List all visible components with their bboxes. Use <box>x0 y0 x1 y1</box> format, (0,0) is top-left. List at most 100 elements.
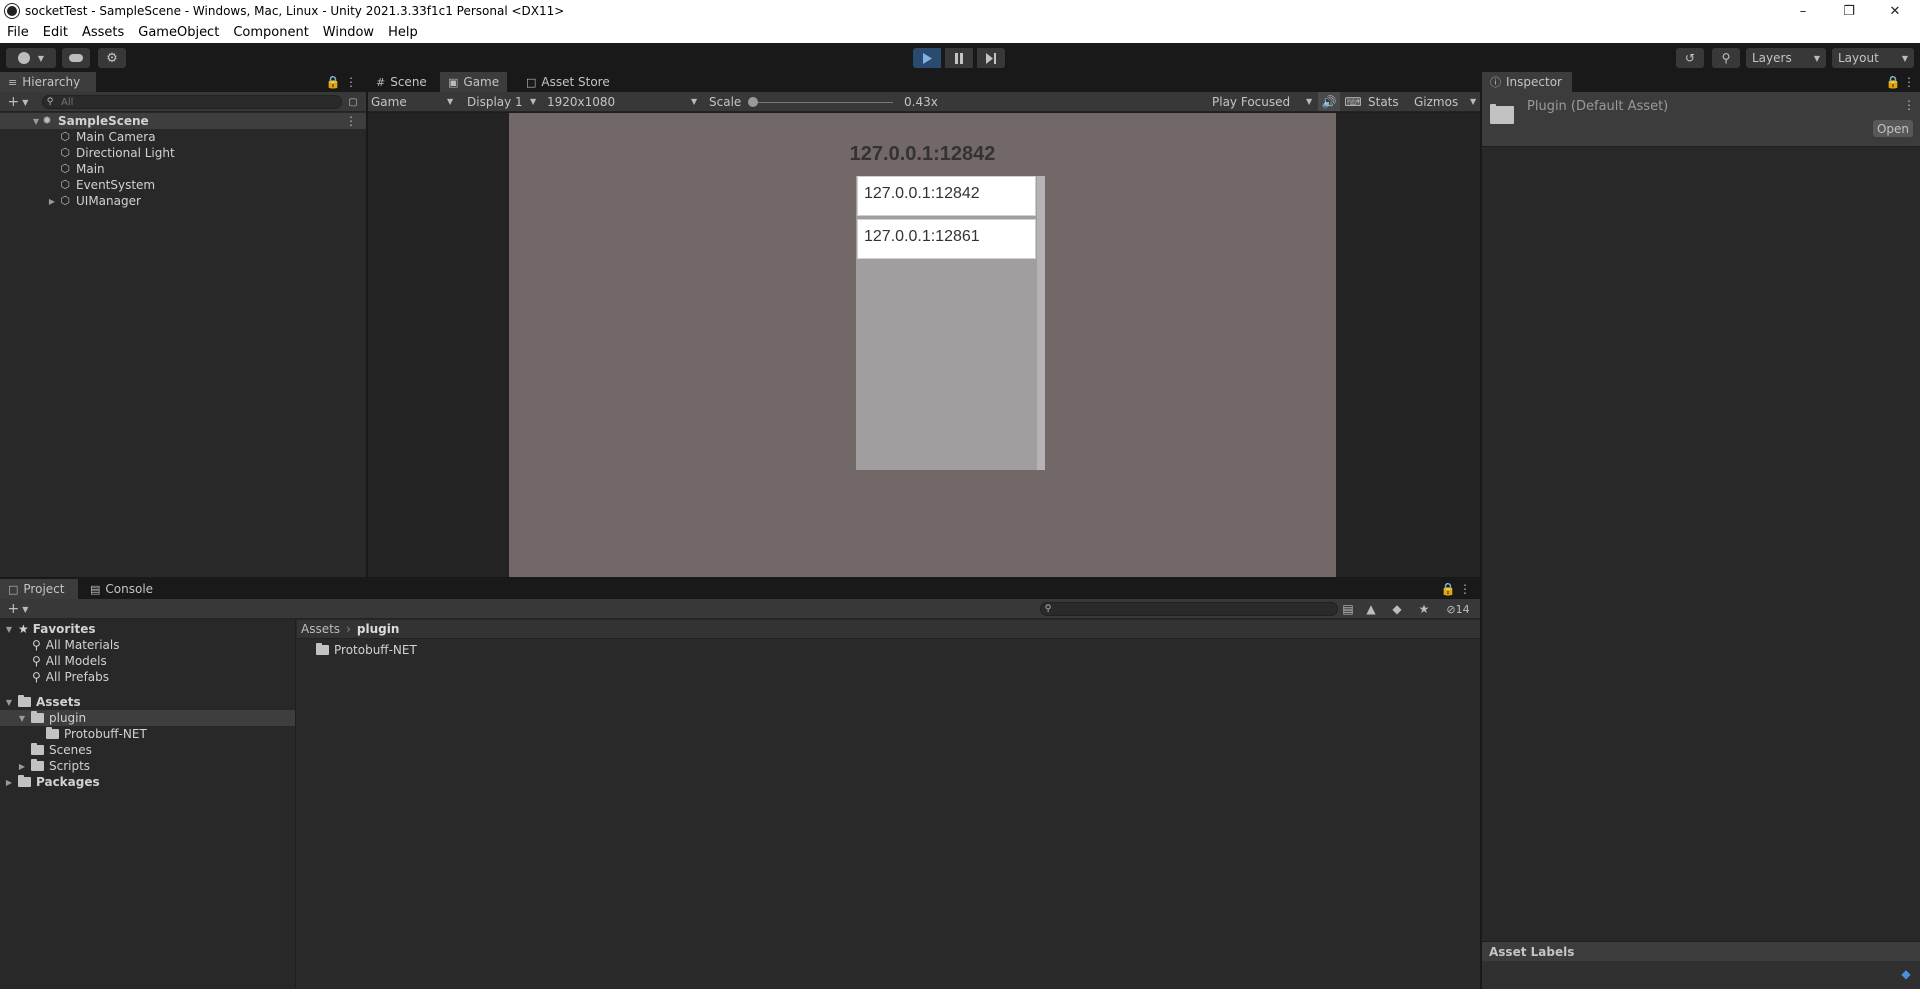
tree-item-plugin[interactable]: ▼ plugin <box>0 710 295 726</box>
tab-game[interactable]: ▣ Game <box>440 72 508 92</box>
hierarchy-item-label: UIManager <box>76 194 141 208</box>
create-add-button[interactable]: + ▼ <box>4 601 32 617</box>
tree-item-scripts[interactable]: ▶ Scripts <box>0 758 295 774</box>
game-panel: # Scene ▣ Game □ Asset Store Game ▼ Disp… <box>368 72 1480 577</box>
gear-icon: ⚙ <box>106 50 118 66</box>
hierarchy-item[interactable]: ⬡ Main Camera <box>0 129 366 145</box>
menu-edit[interactable]: Edit <box>36 25 75 40</box>
server-list-scrollbar[interactable] <box>1037 176 1045 470</box>
keyboard-icon[interactable]: ⌨ <box>1344 94 1362 110</box>
play-button[interactable] <box>913 48 941 68</box>
more-options-icon[interactable]: ⋮ <box>344 114 358 128</box>
content-item[interactable]: Protobuff-NET <box>297 642 1480 658</box>
hierarchy-scene-row[interactable]: ▼ ✸ SampleScene ⋮ <box>0 113 366 129</box>
layers-dropdown[interactable]: Layers ▼ <box>1746 48 1826 68</box>
hierarchy-toolbar: +▼ ⚲ ▢ <box>0 92 366 112</box>
display-dropdown[interactable]: Display 1 ▼ <box>467 95 543 109</box>
chevron-down-icon: ▼ <box>1306 97 1313 106</box>
tab-scene[interactable]: # Scene <box>368 72 435 92</box>
console-icon: ▤ <box>90 582 101 596</box>
lock-icon[interactable]: 🔒 <box>326 75 341 89</box>
chevron-down-icon[interactable]: ▼ <box>17 714 27 723</box>
tab-project[interactable]: □ Project <box>0 579 78 599</box>
favorites-item[interactable]: ⚲ All Materials <box>0 637 295 653</box>
breadcrumb-assets[interactable]: Assets <box>301 622 340 636</box>
menu-help[interactable]: Help <box>381 25 425 40</box>
undo-history-button[interactable]: ↺ <box>1676 48 1704 68</box>
favorite-star-icon[interactable]: ★ <box>1416 601 1432 617</box>
menu-component[interactable]: Component <box>226 25 315 40</box>
layout-dropdown[interactable]: Layout ▼ <box>1832 48 1914 68</box>
tab-hierarchy[interactable]: ≡ Hierarchy <box>0 72 96 92</box>
more-options-icon[interactable]: ⋮ <box>1458 582 1472 596</box>
hierarchy-search-input[interactable] <box>42 95 342 109</box>
chevron-down-icon[interactable]: ▼ <box>4 698 14 707</box>
hierarchy-item[interactable]: ⬡ EventSystem <box>0 177 366 193</box>
menu-window[interactable]: Window <box>316 25 381 40</box>
server-list-item[interactable]: 127.0.0.1:12842 <box>857 176 1036 216</box>
assets-root-row[interactable]: ▼ Assets <box>0 694 295 710</box>
hierarchy-item[interactable]: ▶ ⬡ UIManager <box>0 193 366 209</box>
hierarchy-panel: ≡ Hierarchy 🔒 ⋮ +▼ ⚲ ▢ ▼ ✸ SampleScene ⋮… <box>0 72 366 577</box>
search-by-type-icon[interactable]: ▤ <box>1340 601 1356 617</box>
menu-assets[interactable]: Assets <box>75 25 131 40</box>
favorites-row[interactable]: ▼ ★ Favorites <box>0 621 295 637</box>
game-view-dropdown[interactable]: Game ▼ <box>371 95 457 109</box>
play-mode-dropdown[interactable]: Play Focused ▼ <box>1212 95 1314 109</box>
tree-item-protobuff[interactable]: Protobuff-NET <box>0 726 295 742</box>
tab-asset-store[interactable]: □ Asset Store <box>518 72 618 92</box>
pause-button[interactable] <box>945 48 973 68</box>
close-icon[interactable]: ✕ <box>1872 0 1918 22</box>
minimize-icon[interactable]: – <box>1780 0 1826 22</box>
hierarchy-item[interactable]: ⬡ Directional Light <box>0 145 366 161</box>
mute-audio-icon[interactable]: 🔊 <box>1318 92 1340 111</box>
open-button[interactable]: Open <box>1873 120 1913 137</box>
menu-gameobject[interactable]: GameObject <box>131 25 226 40</box>
project-content: Assets › plugin Protobuff-NET <box>297 620 1480 989</box>
filter-type-icon[interactable]: ▲ <box>1363 601 1379 617</box>
scale-slider-thumb[interactable] <box>748 97 758 107</box>
tree-item-scenes[interactable]: Scenes <box>0 742 295 758</box>
step-button[interactable] <box>977 48 1005 68</box>
folder-icon <box>316 643 329 655</box>
breadcrumb-plugin[interactable]: plugin <box>357 622 400 636</box>
menu-file[interactable]: File <box>0 25 36 40</box>
resolution-dropdown[interactable]: 1920x1080 ▼ <box>547 95 701 109</box>
lock-icon[interactable]: 🔒 <box>1886 75 1901 89</box>
project-search-input[interactable] <box>1040 602 1338 616</box>
server-list-item[interactable]: 127.0.0.1:12861 <box>857 219 1036 259</box>
asset-labels-header: Asset Labels <box>1482 941 1920 961</box>
label-tag-icon[interactable]: ◆ <box>1389 601 1405 617</box>
create-add-button[interactable]: + ▼ <box>4 94 32 110</box>
favorites-item[interactable]: ⚲ All Prefabs <box>0 669 295 685</box>
tab-hierarchy-label: Hierarchy <box>22 75 81 89</box>
collab-button[interactable]: ⚙ <box>98 48 126 68</box>
favorites-item[interactable]: ⚲ All Models <box>0 653 295 669</box>
chevron-down-icon[interactable]: ▼ <box>4 625 14 634</box>
chevron-right-icon[interactable]: ▶ <box>47 197 57 206</box>
chevron-right-icon[interactable]: ▶ <box>4 778 14 787</box>
cloud-button[interactable] <box>62 48 90 68</box>
tree-item-packages[interactable]: ▶ Packages <box>0 774 295 790</box>
more-options-icon[interactable]: ⋮ <box>1902 75 1916 89</box>
tab-console[interactable]: ▤ Console <box>82 579 161 599</box>
account-button[interactable]: ▼ <box>6 48 56 68</box>
hierarchy-item[interactable]: ⬡ Main <box>0 161 366 177</box>
scene-visibility-icon[interactable]: ▢ <box>346 95 360 109</box>
lock-icon[interactable]: 🔒 <box>1441 582 1456 596</box>
hidden-packages-button[interactable]: ⊘ 14 <box>1440 601 1476 617</box>
search-button[interactable]: ⚲ <box>1712 48 1740 68</box>
more-options-icon[interactable]: ⋮ <box>1902 98 1916 112</box>
gizmos-dropdown[interactable]: Gizmos ▼ <box>1414 95 1476 109</box>
chevron-down-icon[interactable]: ▼ <box>31 117 41 126</box>
gameobject-cube-icon: ⬡ <box>60 146 70 159</box>
tag-icon[interactable]: ◆ <box>1898 966 1914 982</box>
chevron-right-icon[interactable]: ▶ <box>17 762 27 771</box>
maximize-icon[interactable]: ❐ <box>1826 0 1872 22</box>
game-viewport[interactable]: 127.0.0.1:12842 127.0.0.1:12842 127.0.0.… <box>509 113 1336 577</box>
chevron-down-icon: ▼ <box>447 97 454 106</box>
stats-button[interactable]: Stats <box>1368 95 1399 109</box>
tab-inspector[interactable]: ⓘ Inspector <box>1482 72 1572 92</box>
more-options-icon[interactable]: ⋮ <box>344 75 358 89</box>
scale-slider-track[interactable] <box>753 102 893 103</box>
